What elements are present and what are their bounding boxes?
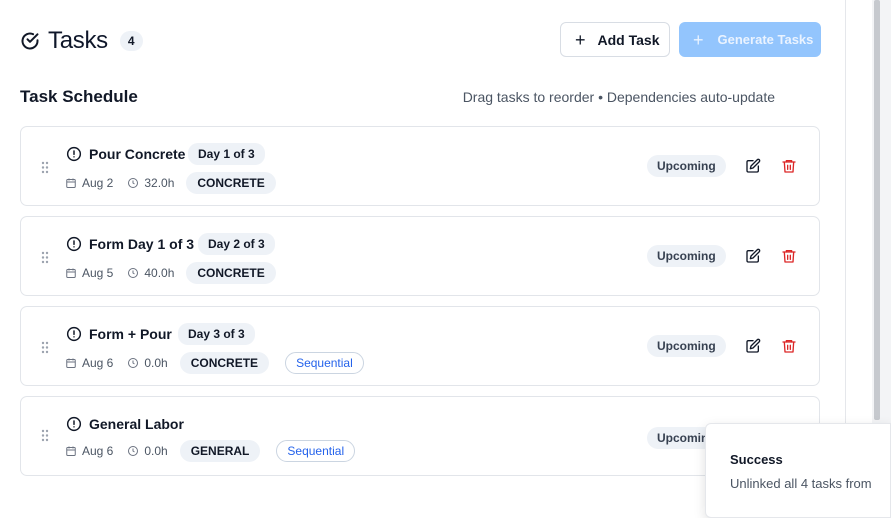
task-date: Aug 2 — [82, 176, 114, 190]
add-task-button[interactable]: + Add Task — [560, 22, 670, 57]
generate-tasks-button[interactable]: + Generate Tasks — [679, 22, 821, 57]
grip-icon[interactable] — [41, 251, 49, 264]
sequential-badge: Sequential — [276, 440, 356, 462]
calendar-icon — [66, 268, 76, 278]
trash-icon[interactable] — [781, 158, 797, 174]
category-badge: GENERAL — [179, 440, 261, 462]
sequential-badge: Sequential — [285, 352, 364, 374]
calendar-icon — [66, 446, 76, 456]
status-badge: Upcoming — [647, 245, 726, 267]
task-card[interactable]: General Labor Aug 6 0.0h GENERAL Sequent… — [20, 396, 820, 476]
task-date: Aug 6 — [82, 356, 114, 370]
task-date: Aug 5 — [82, 266, 114, 280]
status-badge: Upcoming — [647, 155, 726, 177]
task-name: Form + Pour — [89, 326, 172, 342]
task-hours: 0.0h — [144, 356, 168, 370]
alert-circle-icon — [66, 236, 82, 252]
task-date: Aug 6 — [82, 444, 114, 458]
edit-icon[interactable] — [745, 248, 761, 264]
category-badge: CONCRETE — [186, 262, 276, 284]
calendar-icon — [66, 178, 76, 188]
alert-circle-icon — [66, 146, 82, 162]
grip-icon[interactable] — [41, 429, 49, 442]
task-name: Form Day 1 of 3 — [89, 236, 195, 252]
task-meta: Aug 2 32.0h CONCRETE — [65, 172, 276, 194]
task-meta: Aug 6 0.0h GENERAL Sequential — [65, 440, 356, 462]
task-hours: 32.0h — [144, 176, 175, 190]
clock-icon — [128, 178, 139, 188]
task-card[interactable]: Pour Concrete Day 1 of 3 Aug 2 32.0h CON… — [20, 126, 820, 206]
alert-circle-icon — [66, 416, 82, 432]
category-badge: CONCRETE — [179, 352, 270, 374]
category-badge: CONCRETE — [186, 172, 276, 194]
toast-title: Success — [730, 452, 783, 467]
task-name: Pour Concrete — [89, 146, 186, 162]
plus-icon: + — [693, 29, 704, 50]
grip-icon[interactable] — [41, 341, 49, 354]
section-title: Task Schedule — [20, 87, 138, 106]
edit-icon[interactable] — [745, 338, 761, 354]
edit-icon[interactable] — [745, 158, 761, 174]
task-name: General Labor — [89, 416, 184, 432]
alert-circle-icon — [66, 326, 82, 342]
success-toast[interactable]: Success Unlinked all 4 tasks from — [705, 423, 891, 518]
task-hours: 0.0h — [144, 444, 168, 458]
scrollbar-thumb[interactable] — [874, 0, 880, 420]
task-meta: Aug 5 40.0h CONCRETE — [65, 262, 276, 284]
task-hours: 40.0h — [144, 266, 175, 280]
toast-message: Unlinked all 4 tasks from — [730, 476, 872, 491]
clock-icon — [128, 268, 139, 278]
day-badge: Day 2 of 3 — [198, 233, 275, 255]
task-card[interactable]: Form Day 1 of 3 Day 2 of 3 Aug 5 40.0h C… — [20, 216, 820, 296]
clock-icon — [128, 358, 139, 368]
page-header: Tasks 4 — [20, 27, 143, 55]
day-badge: Day 3 of 3 — [178, 323, 255, 345]
task-meta: Aug 6 0.0h CONCRETE Sequential — [65, 352, 364, 374]
trash-icon[interactable] — [781, 248, 797, 264]
status-badge: Upcoming — [647, 335, 726, 357]
task-card[interactable]: Form + Pour Day 3 of 3 Aug 6 0.0h CONCRE… — [20, 306, 820, 386]
clock-icon — [128, 446, 139, 456]
generate-tasks-label: Generate Tasks — [717, 32, 814, 47]
page-title: Tasks — [48, 27, 108, 54]
trash-icon[interactable] — [781, 338, 797, 354]
section-hint: Drag tasks to reorder • Dependencies aut… — [462, 89, 775, 105]
task-count-badge: 4 — [119, 31, 143, 51]
plus-icon: + — [575, 29, 586, 50]
add-task-label: Add Task — [597, 31, 660, 48]
day-badge: Day 1 of 3 — [188, 143, 265, 165]
check-circle-icon — [21, 32, 39, 50]
calendar-icon — [66, 358, 76, 368]
grip-icon[interactable] — [41, 161, 49, 174]
